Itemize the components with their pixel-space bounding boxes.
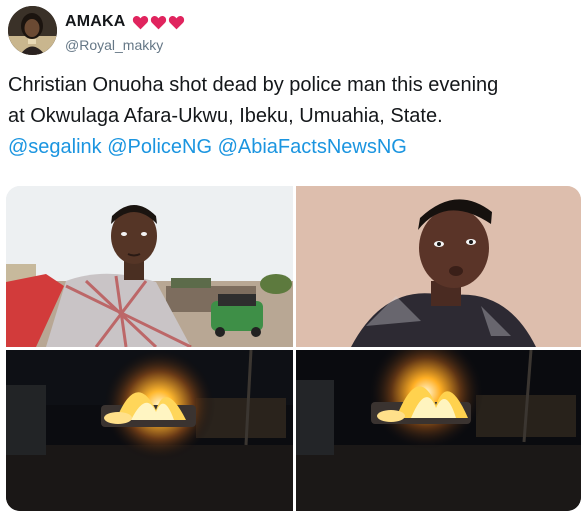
mention-link[interactable]: @segalink bbox=[8, 136, 102, 158]
photo-selfie-closeup[interactable] bbox=[296, 186, 581, 347]
avatar[interactable] bbox=[8, 6, 57, 55]
tweet-text-line: at Okwulaga Afara-Ukwu, Ibeku, Umuahia, … bbox=[8, 105, 443, 127]
name-emoji-group bbox=[132, 15, 185, 30]
tweet-body: Christian Onuoha shot dead by police man… bbox=[8, 70, 573, 163]
photo-selfie-street[interactable] bbox=[6, 186, 293, 347]
photo-car-fire-2[interactable] bbox=[296, 350, 581, 511]
tweet-text-line: Christian Onuoha shot dead by police man… bbox=[8, 74, 499, 96]
mentions-line: @segalink @PoliceNG @AbiaFactsNewsNG bbox=[8, 132, 573, 163]
tweet-header: AMAKA @Royal_makky bbox=[8, 6, 568, 56]
author-name-row: AMAKA bbox=[65, 13, 185, 31]
photo-car-fire-1[interactable] bbox=[6, 350, 293, 511]
media-grid bbox=[6, 186, 581, 511]
mention-link[interactable]: @AbiaFactsNewsNG bbox=[218, 136, 407, 158]
heart-icon bbox=[150, 15, 166, 29]
heart-icon bbox=[168, 15, 184, 29]
mention-link[interactable]: @PoliceNG bbox=[107, 136, 212, 158]
author-handle[interactable]: @Royal_makky bbox=[65, 37, 163, 53]
author-name[interactable]: AMAKA bbox=[65, 13, 126, 31]
heart-icon bbox=[132, 15, 148, 29]
avatar-image bbox=[8, 6, 57, 55]
